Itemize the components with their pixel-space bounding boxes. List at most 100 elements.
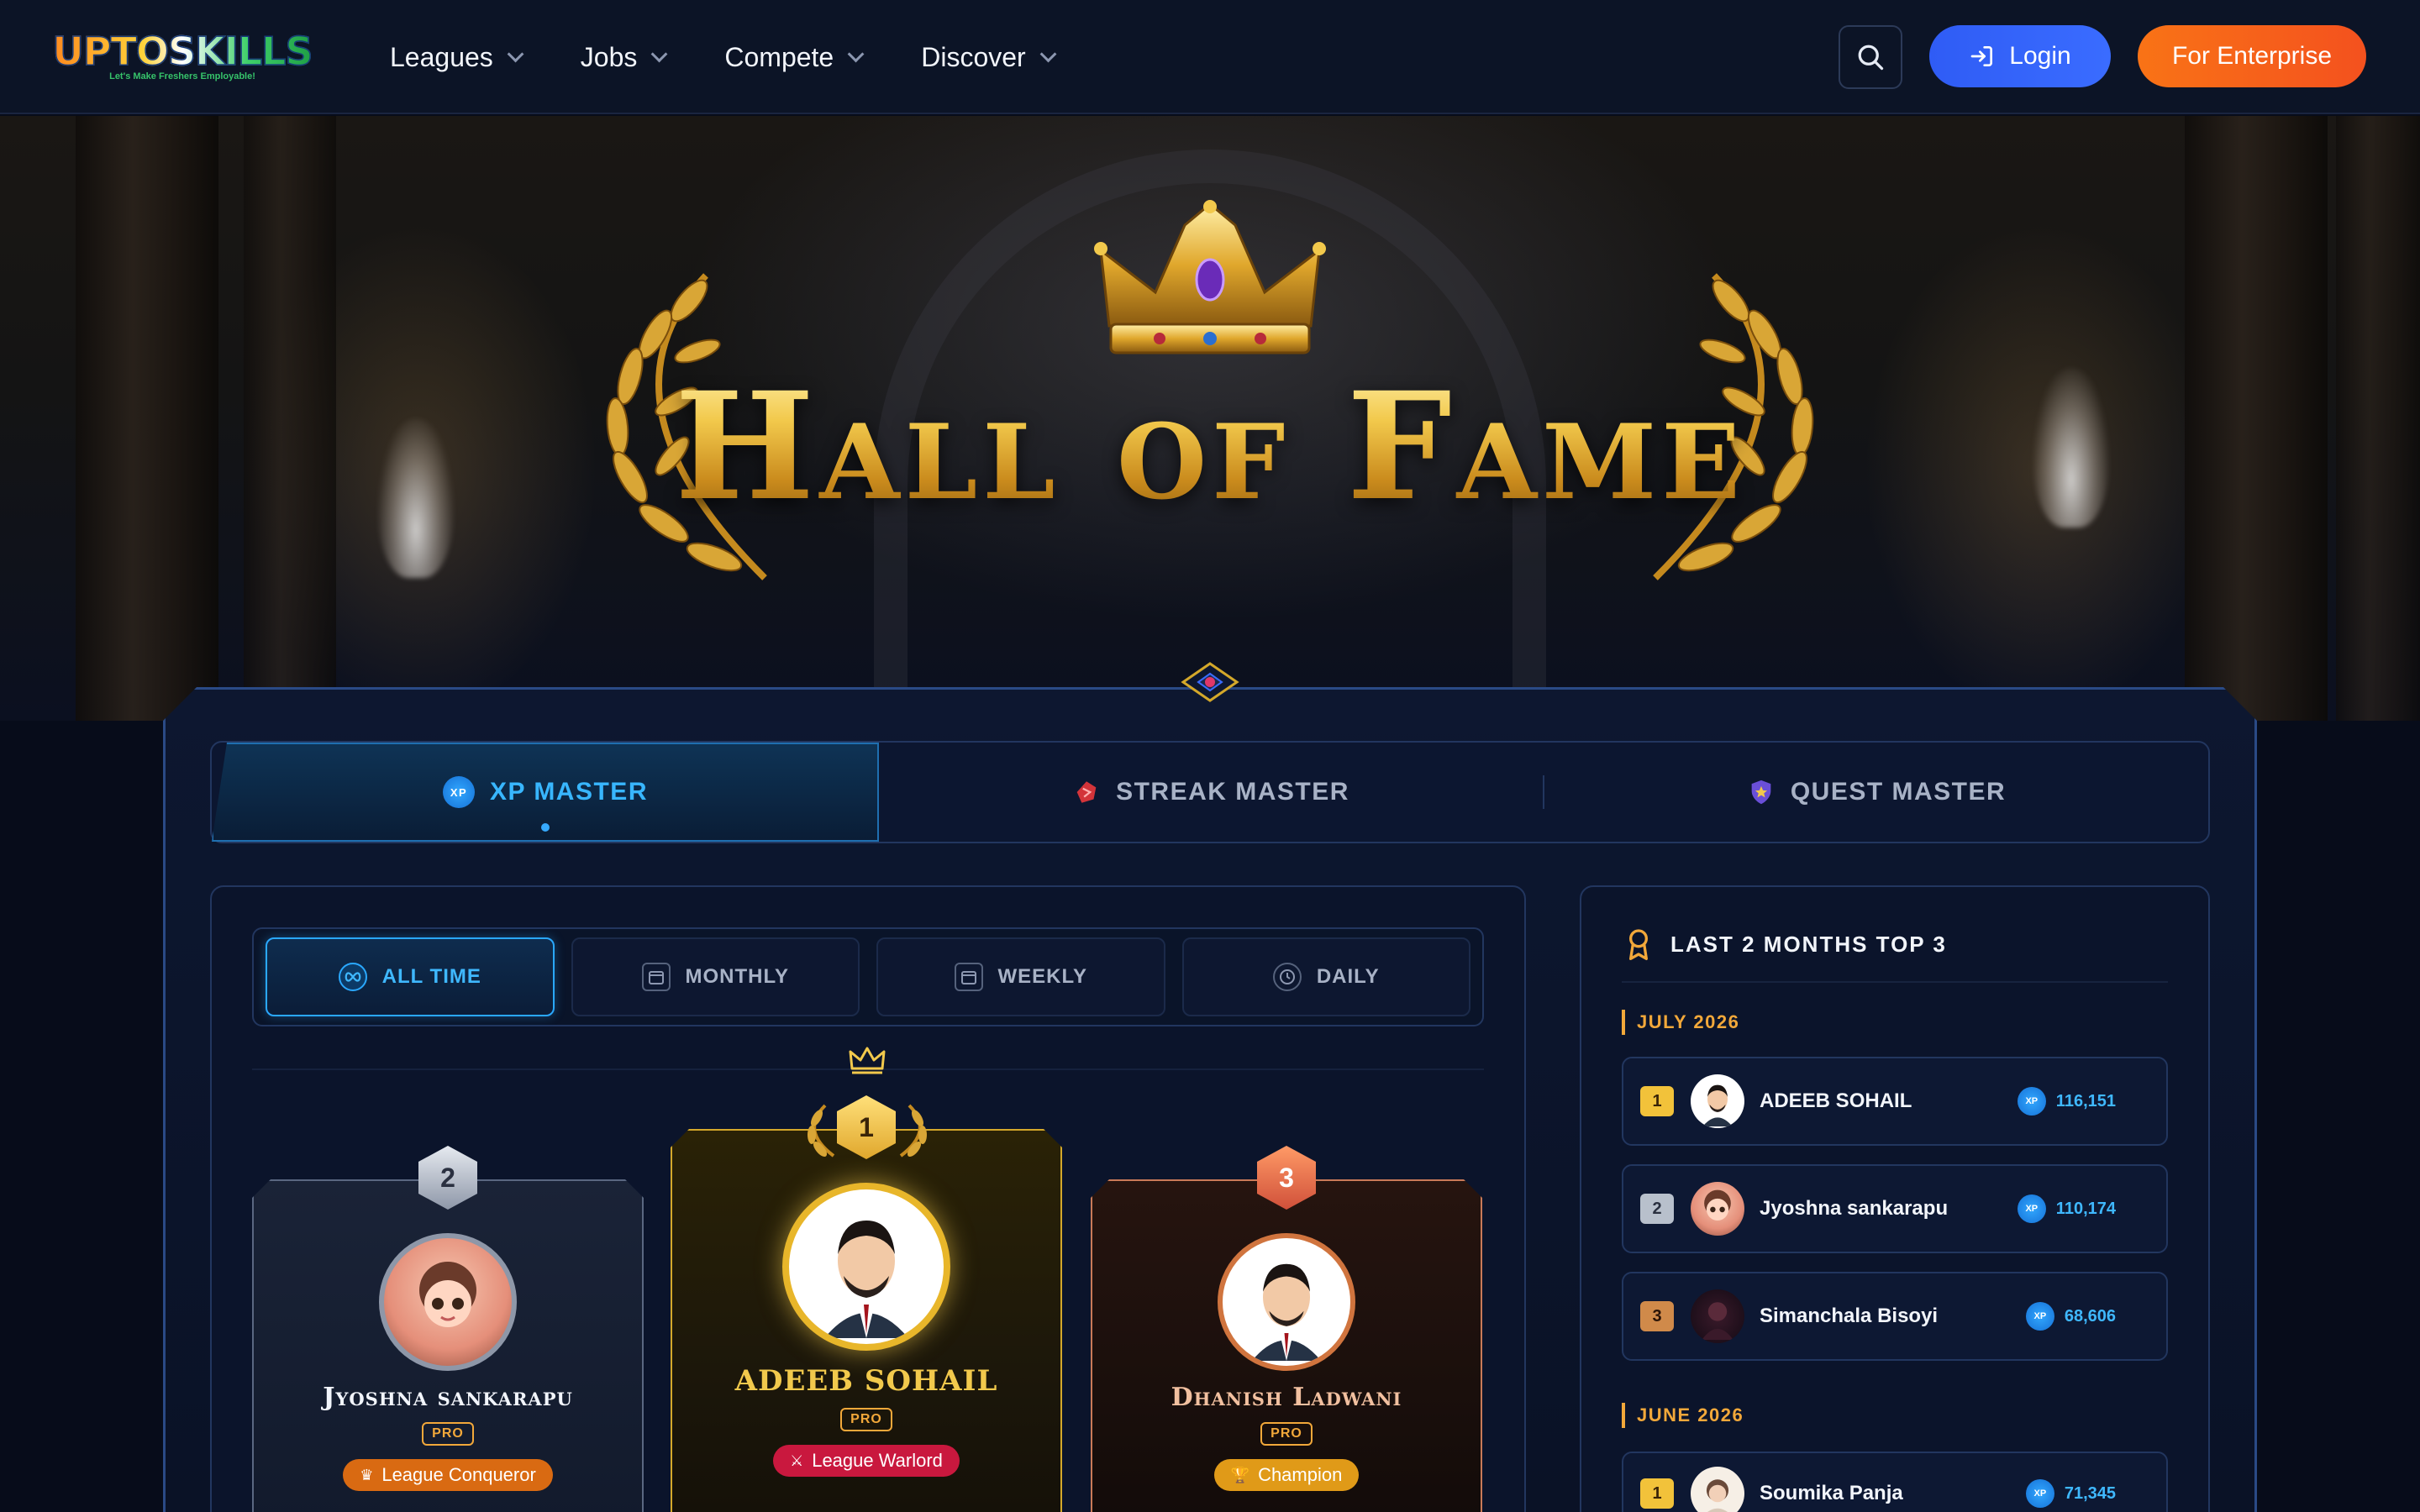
login-label: Login bbox=[2009, 42, 2071, 70]
podium-card-rank-1[interactable]: ADEEB SOHAIL PRO ⚔ League Warlord bbox=[671, 1129, 1062, 1512]
avatar-jyoshna bbox=[379, 1233, 517, 1371]
month-label-june: JUNE 2026 bbox=[1622, 1403, 1744, 1428]
tab-xp-master-label: XP MASTER bbox=[490, 778, 648, 806]
pro-badge: PRO bbox=[1260, 1422, 1313, 1446]
tab-daily-label: DAILY bbox=[1316, 965, 1380, 988]
role-label: League Conqueror bbox=[381, 1464, 536, 1485]
month-label-july: JULY 2026 bbox=[1622, 1010, 1739, 1035]
top3-row[interactable]: 3 Simanchala Bisoyi XP 68,606 bbox=[1622, 1272, 2168, 1361]
crown-icon bbox=[1094, 200, 1326, 354]
swords-icon: ⚔ bbox=[790, 1452, 804, 1469]
xp-icon: XP bbox=[2025, 1302, 2054, 1331]
nav-leagues[interactable]: Leagues bbox=[390, 41, 524, 73]
nav-jobs-label: Jobs bbox=[580, 41, 638, 72]
infinity-icon bbox=[338, 963, 367, 991]
clock-icon bbox=[1272, 963, 1302, 991]
tab-all-time-label: ALL TIME bbox=[381, 965, 481, 988]
tab-quest-master[interactable]: QUEST MASTER bbox=[1544, 743, 2208, 842]
hall-of-fame-hero: Hall of Fame bbox=[0, 116, 2420, 721]
calendar-icon bbox=[954, 963, 983, 991]
top3-title: LAST 2 MONTHS TOP 3 bbox=[1670, 931, 1947, 957]
xp-icon: XP bbox=[2025, 1479, 2054, 1508]
podium-name-1: ADEEB SOHAIL bbox=[734, 1364, 998, 1398]
podium-name-3: Dhanish Ladwani bbox=[1171, 1383, 1402, 1412]
nav-jobs[interactable]: Jobs bbox=[580, 41, 668, 73]
streak-icon bbox=[1076, 781, 1097, 803]
role-pill-champion: 🏆 Champion bbox=[1213, 1459, 1360, 1491]
top3-name: ADEEB SOHAIL bbox=[1760, 1089, 1912, 1112]
rank-badge: 3 bbox=[1640, 1301, 1674, 1331]
xp-amount: 71,345 bbox=[2064, 1483, 2116, 1503]
enterprise-label: For Enterprise bbox=[2171, 42, 2333, 70]
xp-amount: 68,606 bbox=[2064, 1306, 2116, 1326]
role-label: Champion bbox=[1258, 1464, 1343, 1485]
tab-monthly-label: MONTHLY bbox=[685, 965, 789, 988]
period-tabs: ALL TIME MONTHLY WEEKLY DAILY bbox=[252, 927, 1484, 1026]
nav-leagues-label: Leagues bbox=[390, 41, 493, 72]
main-menu: Leagues Jobs Compete Discover bbox=[390, 0, 1113, 114]
tab-monthly[interactable]: MONTHLY bbox=[571, 937, 860, 1016]
rank-badge: 1 bbox=[1640, 1086, 1674, 1116]
logo-wordmark: UPTOSKILLS bbox=[52, 29, 314, 74]
search-icon bbox=[1858, 45, 1884, 71]
top3-header: LAST 2 MONTHS TOP 3 bbox=[1625, 927, 1947, 961]
calendar-icon bbox=[641, 963, 671, 991]
tab-quest-master-label: QUEST MASTER bbox=[1790, 778, 2007, 806]
top3-name: Jyoshna sankarapu bbox=[1760, 1197, 1949, 1220]
hall-of-fame-title: Hall of Fame bbox=[0, 360, 2420, 533]
shield-star-icon bbox=[1751, 780, 1771, 805]
top3-row[interactable]: 1 Soumika Panja XP 71,345 bbox=[1622, 1452, 2168, 1512]
tab-streak-master-label: STREAK MASTER bbox=[1116, 778, 1349, 806]
for-enterprise-button[interactable]: For Enterprise bbox=[2138, 25, 2366, 87]
tab-weekly[interactable]: WEEKLY bbox=[876, 937, 1165, 1016]
nav-compete-label: Compete bbox=[724, 41, 834, 72]
tab-all-time[interactable]: ALL TIME bbox=[266, 937, 555, 1016]
xp-value: XP 110,174 bbox=[2017, 1194, 2116, 1223]
login-icon bbox=[1970, 46, 1993, 66]
tab-streak-master[interactable]: STREAK MASTER bbox=[879, 743, 1543, 842]
xp-value: XP 116,151 bbox=[2017, 1087, 2116, 1116]
nav-discover[interactable]: Discover bbox=[921, 41, 1057, 73]
xp-value: XP 71,345 bbox=[2025, 1479, 2116, 1508]
pro-badge: PRO bbox=[422, 1422, 474, 1446]
podium-name-2: Jyoshna sankarapu bbox=[323, 1383, 573, 1412]
role-pill-league-conqueror: ♛ League Conqueror bbox=[343, 1459, 553, 1491]
active-tab-indicator bbox=[541, 823, 550, 832]
chevron-down-icon bbox=[651, 45, 668, 63]
search-button[interactable] bbox=[1839, 25, 1902, 89]
xp-amount: 116,151 bbox=[2055, 1091, 2116, 1110]
xp-amount: 110,174 bbox=[2055, 1199, 2116, 1218]
uptoskills-logo[interactable]: UPTOSKILLS Let's Make Freshers Employabl… bbox=[52, 27, 314, 87]
pro-badge: PRO bbox=[840, 1408, 892, 1431]
role-label: League Warlord bbox=[812, 1450, 943, 1471]
top-navbar: UPTOSKILLS Let's Make Freshers Employabl… bbox=[0, 0, 2420, 114]
top3-name: Simanchala Bisoyi bbox=[1760, 1305, 1939, 1327]
logo-tagline: Let's Make Freshers Employable! bbox=[109, 71, 255, 81]
award-ribbon-icon bbox=[1629, 929, 1648, 960]
category-tabs: XP XP MASTER STREAK MASTER QUEST MASTER bbox=[210, 741, 2210, 843]
avatar-adeeb bbox=[782, 1183, 950, 1351]
podium-card-rank-2[interactable]: Jyoshna sankarapu PRO ♛ League Conqueror bbox=[252, 1179, 644, 1512]
top3-row[interactable]: 1 ADEEB SOHAIL XP 116,151 bbox=[1622, 1057, 2168, 1146]
nav-discover-label: Discover bbox=[921, 41, 1026, 72]
avatar bbox=[1691, 1289, 1744, 1343]
tab-daily[interactable]: DAILY bbox=[1181, 937, 1470, 1016]
trophy-icon: ♛ bbox=[360, 1466, 374, 1483]
top3-name: Soumika Panja bbox=[1760, 1482, 1903, 1504]
chevron-down-icon bbox=[847, 45, 865, 63]
tab-weekly-label: WEEKLY bbox=[997, 965, 1087, 988]
login-button[interactable]: Login bbox=[1929, 25, 2111, 87]
diamond-gem-icon bbox=[1181, 662, 1239, 702]
avatar-dhanish bbox=[1218, 1233, 1355, 1371]
avatar bbox=[1691, 1467, 1744, 1512]
tab-xp-master[interactable]: XP XP MASTER bbox=[212, 743, 879, 842]
xp-value: XP 68,606 bbox=[2025, 1302, 2116, 1331]
podium-card-rank-3[interactable]: Dhanish Ladwani PRO 🏆 Champion bbox=[1091, 1179, 1482, 1512]
top3-divider bbox=[1622, 981, 2168, 983]
role-pill-league-warlord: ⚔ League Warlord bbox=[773, 1445, 960, 1477]
small-crown-icon bbox=[849, 1047, 886, 1074]
top3-row[interactable]: 2 Jyoshna sankarapu XP 110,174 bbox=[1622, 1164, 2168, 1253]
xp-icon: XP bbox=[443, 776, 475, 808]
nav-compete[interactable]: Compete bbox=[724, 41, 865, 73]
chevron-down-icon bbox=[1039, 45, 1057, 63]
